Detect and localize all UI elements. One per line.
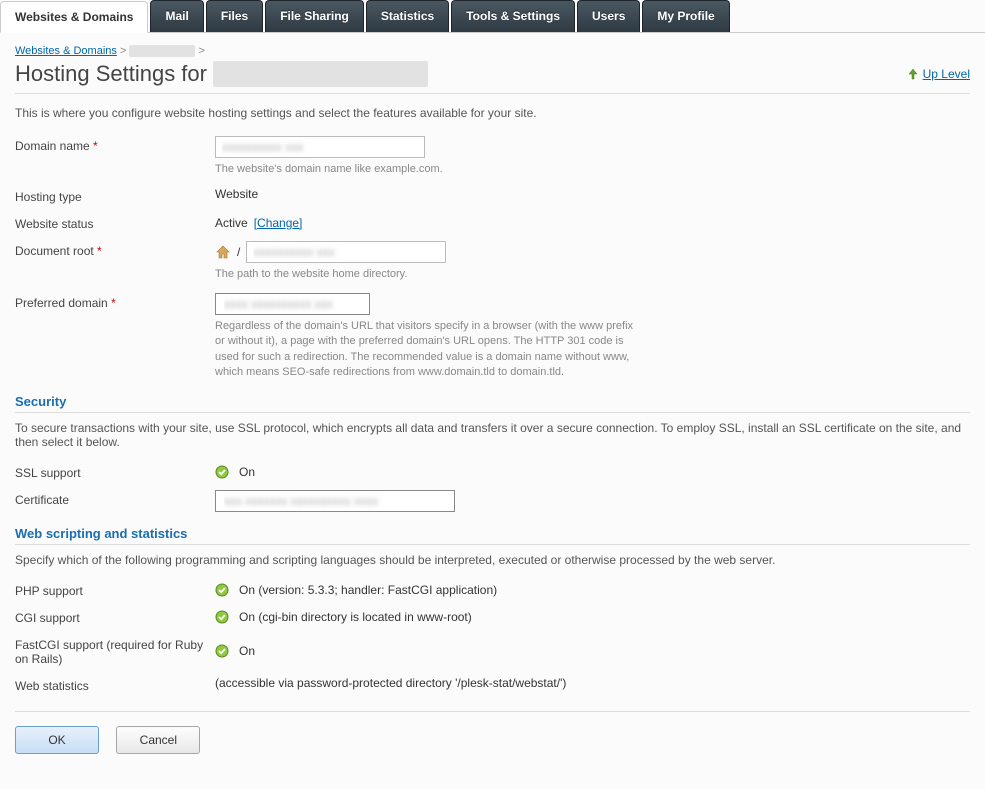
main-tabs: Websites & Domains Mail Files File Shari…	[0, 0, 985, 33]
tab-tools-settings[interactable]: Tools & Settings	[451, 0, 575, 32]
certificate-select[interactable]: xxx xxxxxxx xxxxxxxxxx xxxx	[215, 490, 455, 512]
fastcgi-support-label: FastCGI support (required for Ruby on Ra…	[15, 635, 215, 666]
breadcrumb-sep-2: >	[199, 45, 205, 57]
security-section-title: Security	[15, 394, 970, 413]
up-arrow-icon	[907, 68, 919, 80]
up-level-label: Up Level	[923, 67, 970, 81]
website-status-label: Website status	[15, 214, 215, 231]
security-section-desc: To secure transactions with your site, u…	[15, 421, 970, 449]
ok-button[interactable]: OK	[15, 726, 99, 754]
certificate-label: Certificate	[15, 490, 215, 512]
document-root-label: Document root *	[15, 241, 215, 282]
tab-file-sharing[interactable]: File Sharing	[265, 0, 364, 32]
breadcrumb-root-link[interactable]: Websites & Domains	[15, 45, 117, 57]
home-icon	[215, 245, 231, 259]
fastcgi-support-value: On	[239, 644, 255, 658]
tab-users[interactable]: Users	[577, 0, 640, 32]
document-root-hint: The path to the website home directory.	[215, 267, 635, 282]
hosting-type-label: Hosting type	[15, 187, 215, 204]
button-bar: OK Cancel	[15, 711, 970, 754]
website-status-value: Active	[215, 216, 248, 230]
ssl-support-value: On	[239, 465, 255, 479]
scripting-section-desc: Specify which of the following programmi…	[15, 553, 970, 567]
breadcrumb-current: xxxxxxxxxxxx	[129, 45, 195, 57]
hosting-type-value: Website	[215, 187, 970, 204]
ssl-support-label: SSL support	[15, 463, 215, 480]
tab-websites-domains[interactable]: Websites & Domains	[0, 1, 148, 33]
cgi-support-label: CGI support	[15, 608, 215, 625]
tab-files[interactable]: Files	[206, 0, 263, 32]
preferred-domain-select[interactable]: xxxx xxxxxxxxxx xxx	[215, 293, 370, 315]
intro-text: This is where you configure website host…	[15, 106, 970, 120]
domain-name-hint: The website's domain name like example.c…	[215, 162, 635, 177]
document-root-input[interactable]	[246, 241, 446, 263]
php-support-label: PHP support	[15, 581, 215, 598]
check-icon	[215, 465, 229, 479]
tab-mail[interactable]: Mail	[150, 0, 203, 32]
web-statistics-value: (accessible via password-protected direc…	[215, 676, 970, 693]
change-status-link[interactable]: [Change]	[254, 216, 303, 230]
scripting-section-title: Web scripting and statistics	[15, 526, 970, 545]
check-icon	[215, 644, 229, 658]
check-icon	[215, 610, 229, 624]
breadcrumb-sep: >	[120, 45, 126, 57]
preferred-domain-label: Preferred domain *	[15, 293, 215, 381]
up-level-link[interactable]: Up Level	[907, 67, 970, 81]
page-title-prefix: Hosting Settings for	[15, 61, 213, 86]
docroot-slash: /	[237, 245, 240, 259]
cancel-button[interactable]: Cancel	[116, 726, 200, 754]
check-icon	[215, 583, 229, 597]
domain-name-input[interactable]	[215, 136, 425, 158]
preferred-domain-hint: Regardless of the domain's URL that visi…	[215, 319, 635, 381]
php-support-value: On (version: 5.3.3; handler: FastCGI app…	[239, 583, 497, 597]
web-statistics-label: Web statistics	[15, 676, 215, 693]
tab-my-profile[interactable]: My Profile	[642, 0, 729, 32]
page-title: Hosting Settings for xxxxxxxxxxxxxxx xxx…	[15, 61, 428, 87]
tab-statistics[interactable]: Statistics	[366, 0, 449, 32]
page-title-domain: xxxxxxxxxxxxxxx xxxx	[213, 61, 428, 87]
domain-name-label: Domain name *	[15, 136, 215, 177]
breadcrumb: Websites & Domains > xxxxxxxxxxxx >	[15, 45, 970, 57]
cgi-support-value: On (cgi-bin directory is located in www-…	[239, 610, 472, 624]
